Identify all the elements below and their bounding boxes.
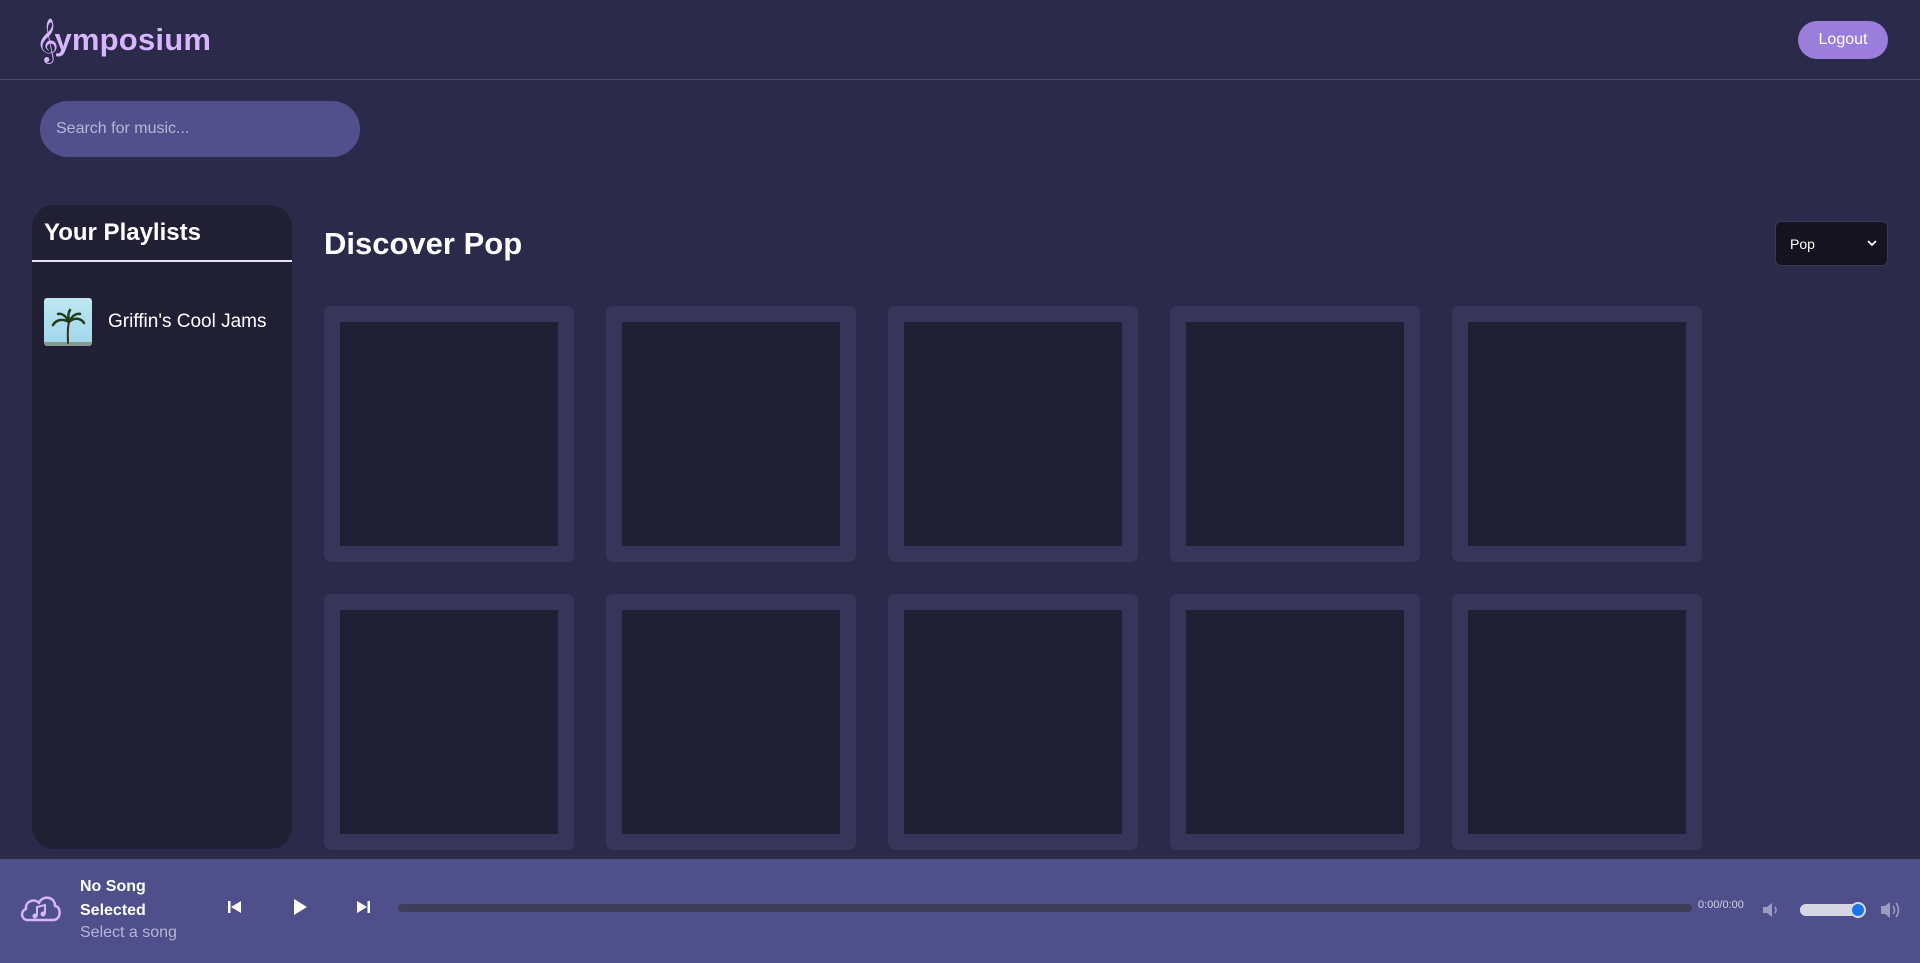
song-title: No Song Selected — [80, 878, 146, 919]
music-card[interactable] — [606, 306, 856, 562]
album-art-placeholder — [622, 610, 840, 834]
music-card[interactable] — [324, 594, 574, 850]
music-card[interactable] — [1452, 594, 1702, 850]
palm-tree-icon — [44, 298, 92, 346]
header: 𝄞 ymposium Logout — [0, 0, 1920, 80]
skip-previous-icon[interactable] — [227, 899, 243, 915]
album-art-placeholder — [1186, 610, 1404, 834]
music-card[interactable] — [888, 306, 1138, 562]
app-logo[interactable]: 𝄞 ymposium — [36, 18, 211, 62]
song-subtitle: Select a song — [80, 924, 177, 941]
album-art-placeholder — [904, 322, 1122, 546]
album-art-placeholder — [1468, 322, 1686, 546]
music-card[interactable] — [1452, 306, 1702, 562]
logout-button[interactable]: Logout — [1798, 21, 1888, 59]
playlists-sidebar: Your Playlists Griffin's Cool Jams — [32, 205, 292, 849]
music-card[interactable] — [324, 306, 574, 562]
search-input[interactable] — [40, 101, 360, 157]
chevron-down-icon — [1867, 240, 1877, 247]
playlist-item[interactable]: Griffin's Cool Jams — [44, 298, 267, 346]
volume-low-icon[interactable] — [1762, 902, 1780, 918]
genre-select[interactable]: Pop — [1775, 221, 1888, 266]
volume-knob[interactable] — [1850, 902, 1866, 918]
album-art-placeholder — [904, 610, 1122, 834]
sidebar-title: Your Playlists — [32, 205, 292, 262]
music-grid — [324, 306, 1702, 850]
play-icon[interactable] — [292, 898, 308, 916]
progress-bar[interactable] — [398, 904, 1692, 912]
app-name: ymposium — [54, 22, 212, 57]
volume-slider[interactable] — [1800, 902, 1866, 918]
skip-next-icon[interactable] — [355, 899, 371, 915]
music-card[interactable] — [1170, 306, 1420, 562]
music-card[interactable] — [1170, 594, 1420, 850]
volume-high-icon[interactable] — [1880, 900, 1902, 920]
music-card[interactable] — [606, 594, 856, 850]
album-art-placeholder — [340, 322, 558, 546]
cloud-music-icon — [20, 896, 61, 922]
page-title: Discover Pop — [324, 226, 523, 261]
playlist-name: Griffin's Cool Jams — [108, 311, 267, 332]
album-art-placeholder — [1468, 610, 1686, 834]
time-display: 0:00/0:00 — [1698, 899, 1744, 911]
album-art-placeholder — [622, 322, 840, 546]
genre-select-value: Pop — [1790, 235, 1815, 252]
album-art-placeholder — [1186, 322, 1404, 546]
album-art-placeholder — [340, 610, 558, 834]
music-card[interactable] — [888, 594, 1138, 850]
